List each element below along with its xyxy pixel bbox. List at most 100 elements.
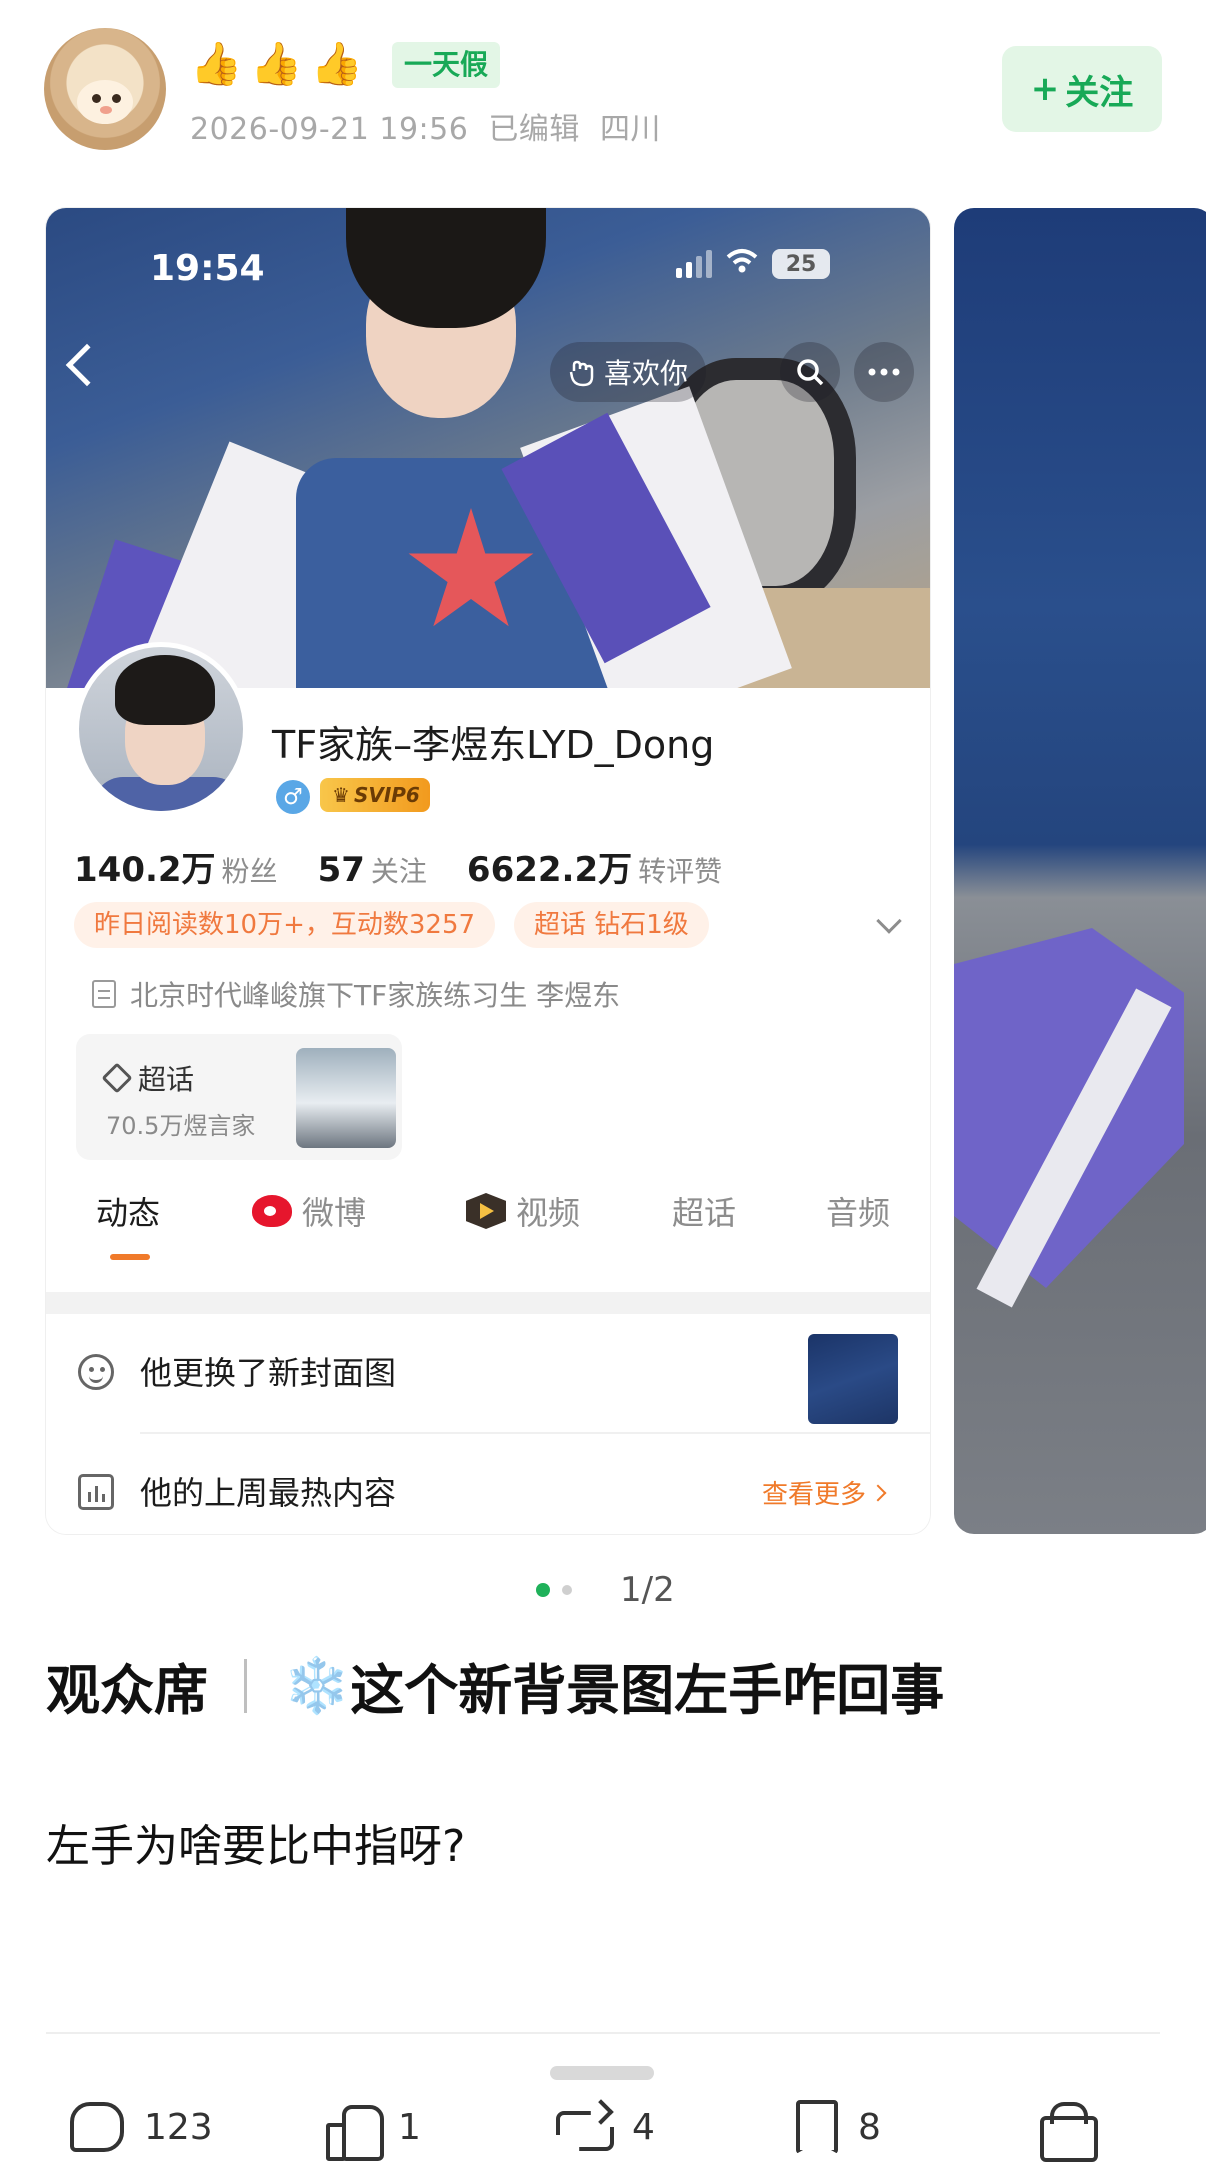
- comment-count: 123: [144, 2106, 213, 2148]
- topic-name[interactable]: 观众席: [46, 1646, 208, 1725]
- repost-count: 4: [632, 2106, 655, 2148]
- supertopic-title: 超话: [101, 1058, 195, 1098]
- section-divider: [46, 1292, 930, 1314]
- supertopic-title-text: 超话: [138, 1063, 195, 1096]
- tab-audio[interactable]: 音频: [826, 1188, 890, 1234]
- cover-thumbnail: [808, 1334, 898, 1424]
- thumbs-up-emoji: 👍: [190, 39, 243, 88]
- stat-label: 粉丝: [221, 855, 278, 888]
- profile-avatar[interactable]: [74, 642, 248, 816]
- supertopic-level-pill[interactable]: 超话 钻石1级: [514, 902, 709, 948]
- drag-handle[interactable]: [550, 2066, 654, 2080]
- bio-text: 北京时代峰峻旗下TF家族练习生 李煜东: [130, 979, 621, 1012]
- stat-label: 关注: [370, 855, 427, 888]
- list-item-hot-content[interactable]: 他的上周最热内容 查看更多: [46, 1434, 930, 1534]
- search-icon[interactable]: [780, 342, 840, 402]
- svip-badge[interactable]: ♛ SVIP6: [320, 778, 430, 812]
- supertopic-card[interactable]: 超话 70.5万煜言家: [76, 1034, 402, 1160]
- signal-icon: [676, 250, 712, 278]
- weibo-logo-icon: [252, 1195, 292, 1227]
- favorite-count: 8: [858, 2106, 881, 2148]
- gift-icon: [1040, 2102, 1098, 2162]
- plus-icon: +: [1030, 69, 1060, 109]
- carousel-dots: [536, 1583, 572, 1597]
- crown-icon: ♛: [332, 783, 350, 807]
- back-arrow-icon[interactable]: [65, 343, 109, 387]
- list-item-new-cover[interactable]: 他更换了新封面图: [46, 1314, 930, 1426]
- tab-label: 音频: [826, 1194, 891, 1232]
- side-jacket-shape: [954, 928, 1184, 1288]
- tab-weibo[interactable]: 微博: [252, 1188, 366, 1234]
- see-more-label: 查看更多: [762, 1480, 867, 1510]
- stat-engagement[interactable]: 6622.2万 转评赞: [467, 842, 722, 891]
- profile-stats: 140.2万 粉丝 57 关注 6622.2万 转评赞: [74, 842, 722, 891]
- avatar-eye-left: [92, 94, 101, 103]
- active-tab-indicator: [110, 1254, 150, 1260]
- carousel-image-2[interactable]: [954, 208, 1206, 1534]
- action-bar: 123 1 4 8: [0, 2086, 1206, 2168]
- tab-supertopic[interactable]: 超话: [672, 1188, 736, 1234]
- profile-tabs: 动态 微博 视频 超话 音频: [46, 1188, 930, 1258]
- smile-icon: [78, 1354, 114, 1390]
- post-edited[interactable]: 已编辑: [488, 112, 580, 147]
- author-tag: 一天假: [392, 42, 501, 88]
- list-item-text: 他的上周最热内容: [140, 1474, 397, 1512]
- carousel-image-1[interactable]: 19:54 25 喜欢你 TF家族–李煜东LYD_Dong ♂ ♛ SVIP6 …: [46, 208, 930, 1534]
- snowflake-emoji: ❄️: [283, 1653, 351, 1717]
- post-location: 四川: [599, 112, 661, 147]
- wifi-icon: [726, 248, 758, 280]
- reads-pill[interactable]: 昨日阅读数10万+，互动数3257: [74, 902, 496, 948]
- bookmark-icon: [796, 2100, 838, 2154]
- thumbs-up-emoji: 👍: [310, 39, 363, 88]
- stat-value: 140.2万: [74, 850, 216, 890]
- profile-name: TF家族–李煜东LYD_Dong: [272, 723, 715, 767]
- thumbs-up-emoji: 👍: [250, 39, 303, 88]
- author-avatar[interactable]: [44, 28, 166, 150]
- tab-label: 视频: [516, 1194, 581, 1232]
- like-you-label: 喜欢你: [604, 357, 689, 390]
- follow-button[interactable]: + 关注: [1002, 46, 1162, 132]
- like-you-button[interactable]: 喜欢你: [550, 342, 707, 402]
- see-more-link[interactable]: 查看更多: [762, 1474, 887, 1511]
- supertopic-thumbnail: [296, 1048, 396, 1148]
- battery-indicator: 25: [772, 249, 830, 279]
- post-title: 观众席 ❄️ 这个新背景图左手咋回事: [46, 1646, 944, 1725]
- dot-active: [536, 1583, 550, 1597]
- comment-button[interactable]: 123: [70, 2086, 213, 2168]
- stat-label: 转评赞: [638, 855, 723, 888]
- list-item-text: 他更换了新封面图: [140, 1354, 397, 1392]
- title-separator: [244, 1658, 247, 1713]
- favorite-button[interactable]: 8: [796, 2086, 881, 2168]
- repost-button[interactable]: 4: [556, 2086, 655, 2168]
- post-body: 左手为啥要比中指呀?: [46, 1821, 466, 1872]
- like-icon: [326, 2101, 384, 2161]
- tab-label: 超话: [672, 1194, 737, 1232]
- stat-fans[interactable]: 140.2万 粉丝: [74, 842, 278, 891]
- tab-dynamics[interactable]: 动态: [96, 1188, 160, 1234]
- stat-following[interactable]: 57 关注: [318, 850, 427, 890]
- status-bar-time: 19:54: [150, 248, 265, 289]
- post-timestamp: 2026-09-21 19:56: [190, 112, 469, 147]
- tab-video[interactable]: 视频: [466, 1188, 580, 1234]
- follow-label: 关注: [1065, 72, 1134, 113]
- hand-icon: [569, 360, 594, 387]
- supertopic-subtitle: 70.5万煜言家: [106, 1112, 256, 1140]
- gift-button[interactable]: [1040, 2086, 1098, 2168]
- post-meta: 2026-09-21 19:56 已编辑 四川: [190, 104, 661, 148]
- profile-cover-photo: 19:54 25 喜欢你: [46, 208, 930, 688]
- svip-label: SVIP6: [353, 783, 420, 807]
- more-icon[interactable]: [854, 342, 914, 402]
- document-icon: [92, 980, 116, 1008]
- status-bar-icons: 25: [676, 248, 830, 280]
- video-logo-icon: [466, 1193, 506, 1229]
- avatar-nose: [100, 106, 112, 114]
- comment-icon: [70, 2102, 124, 2152]
- dot-inactive: [562, 1585, 572, 1595]
- gender-male-icon: ♂: [276, 780, 310, 814]
- like-button[interactable]: 1: [326, 2086, 421, 2168]
- stat-value: 6622.2万: [466, 850, 633, 890]
- chart-icon: [78, 1474, 114, 1510]
- supertopic-diamond-icon: [101, 1062, 133, 1094]
- post-title-text: 这个新背景图左手咋回事: [350, 1659, 945, 1722]
- author-name-emojis[interactable]: 👍 👍 👍: [190, 36, 363, 92]
